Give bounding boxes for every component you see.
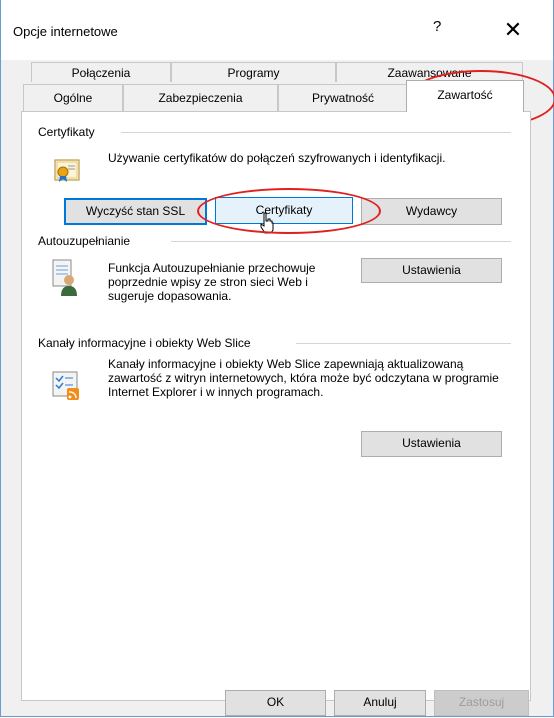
tab-advanced[interactable]: Zaawansowane <box>336 62 523 82</box>
tab-label: Programy <box>227 66 280 80</box>
tab-label: Zabezpieczenia <box>158 91 243 105</box>
feeds-settings-button[interactable]: Ustawienia <box>361 431 502 457</box>
group-divider <box>121 132 511 133</box>
certificate-icon <box>54 159 80 182</box>
feeds-description: Kanały informacyjne i obiekty Web Slice … <box>108 357 499 399</box>
apply-button[interactable]: Zastosuj <box>434 690 529 716</box>
tab-connections[interactable]: Połączenia <box>31 62 171 82</box>
tab-label: Zaawansowane <box>387 66 472 80</box>
certificates-description: Używanie certyfikatów do połączeń szyfro… <box>108 151 446 165</box>
window-title: Opcje internetowe <box>13 24 118 39</box>
tab-label: Połączenia <box>71 66 131 80</box>
autocomplete-description: Funkcja Autouzupełnianie przechowuje pop… <box>108 261 316 303</box>
dialog-window: Opcje internetowe ? ✕ Połączenia Program… <box>0 0 554 717</box>
tab-general[interactable]: Ogólne <box>23 84 123 111</box>
autocomplete-settings-button[interactable]: Ustawienia <box>361 258 502 283</box>
group-label-feeds: Kanały informacyjne i obiekty Web Slice <box>38 336 257 350</box>
feeds-icon <box>52 371 79 400</box>
certificates-button[interactable]: Certyfikaty <box>215 197 353 224</box>
help-button[interactable]: ? <box>433 18 441 35</box>
publishers-button[interactable]: Wydawcy <box>361 198 502 225</box>
group-divider <box>171 241 511 242</box>
close-button[interactable]: ✕ <box>495 12 531 48</box>
tab-label: Prywatność <box>311 91 375 105</box>
tab-label: Ogólne <box>53 91 93 105</box>
tab-label: Zawartość <box>437 88 493 102</box>
tab-content[interactable]: Zawartość <box>406 80 524 112</box>
group-label-certificates: Certyfikaty <box>38 125 101 139</box>
title-bar: Opcje internetowe ? ✕ <box>1 0 553 60</box>
group-divider <box>296 343 511 344</box>
mouse-cursor-icon <box>260 212 274 234</box>
ok-button[interactable]: OK <box>225 690 326 716</box>
tab-programs[interactable]: Programy <box>171 62 336 82</box>
tab-security[interactable]: Zabezpieczenia <box>123 84 278 111</box>
tab-privacy[interactable]: Prywatność <box>278 84 408 111</box>
clear-ssl-state-button[interactable]: Wyczyść stan SSL <box>64 198 207 225</box>
cancel-button[interactable]: Anuluj <box>334 690 426 716</box>
group-label-autocomplete: Autouzupełnianie <box>38 234 137 248</box>
autocomplete-icon <box>52 259 77 296</box>
